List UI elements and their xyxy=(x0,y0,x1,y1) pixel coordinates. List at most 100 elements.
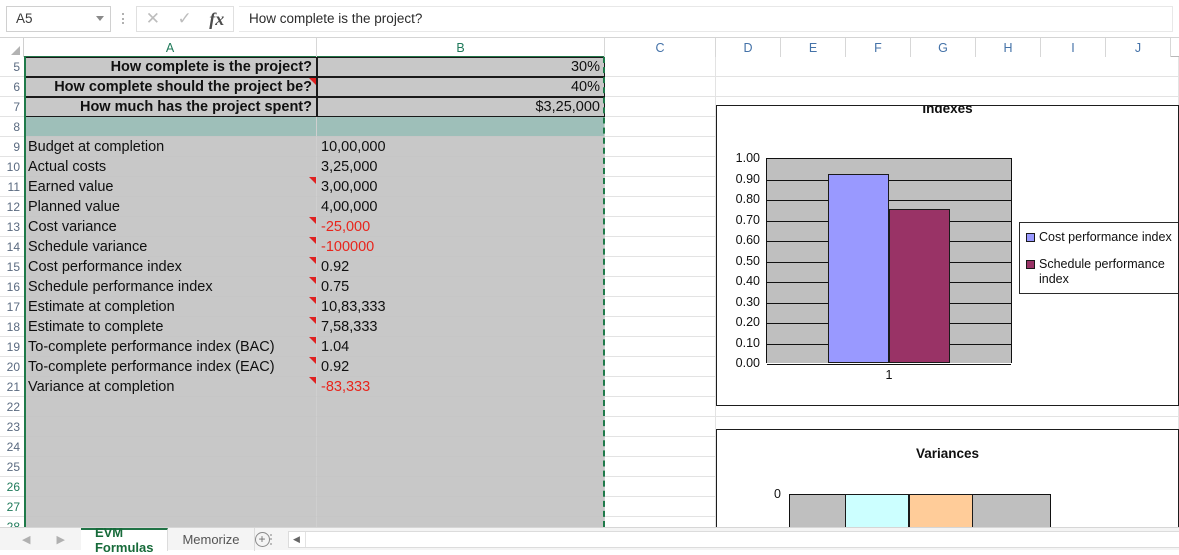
row-header-28[interactable]: 28 xyxy=(0,517,24,527)
comment-indicator-icon[interactable] xyxy=(309,237,316,244)
cell-c12[interactable] xyxy=(605,197,716,217)
cell-a27[interactable] xyxy=(24,497,317,517)
cell-a16[interactable]: Schedule performance index xyxy=(24,277,317,297)
column-header-e[interactable]: E xyxy=(781,38,846,57)
cell-b15[interactable]: 0.92 xyxy=(317,257,605,277)
horizontal-scrollbar[interactable]: ◀ xyxy=(287,530,1179,548)
name-box[interactable]: A5 xyxy=(6,5,111,32)
cell-c5[interactable] xyxy=(605,57,716,77)
row-header-5[interactable]: 5 xyxy=(0,57,24,77)
cell-c18[interactable] xyxy=(605,317,716,337)
cell-b11[interactable]: 3,00,000 xyxy=(317,177,605,197)
cell-c25[interactable] xyxy=(605,457,716,477)
column-header-d[interactable]: D xyxy=(716,38,781,57)
cell-c21[interactable] xyxy=(605,377,716,397)
column-header-i[interactable]: I xyxy=(1041,38,1106,57)
cell-b28[interactable] xyxy=(317,517,605,527)
cell-a24[interactable] xyxy=(24,437,317,457)
chart-variances-bar-1[interactable] xyxy=(845,494,909,527)
cell-b18[interactable]: 7,58,333 xyxy=(317,317,605,337)
status-kebab-icon[interactable] xyxy=(269,533,272,545)
cell-a8[interactable] xyxy=(24,117,317,137)
comment-indicator-icon[interactable] xyxy=(309,337,316,344)
chart-indexes[interactable]: Indexes 1.00 0.90 0.80 0.70 0.60 0.50 0.40 0.30… xyxy=(716,105,1179,406)
cell-b7[interactable]: $3,25,000 xyxy=(317,97,605,117)
row-header-20[interactable]: 20 xyxy=(0,357,24,377)
cell-a14[interactable]: Schedule variance xyxy=(24,237,317,257)
cell-c23[interactable] xyxy=(605,417,716,437)
column-header-g[interactable]: G xyxy=(911,38,976,57)
column-header-j[interactable]: J xyxy=(1106,38,1171,57)
cell-a10[interactable]: Actual costs xyxy=(24,157,317,177)
chart-indexes-bar-1[interactable] xyxy=(828,174,889,363)
row-header-19[interactable]: 19 xyxy=(0,337,24,357)
cell-b8[interactable] xyxy=(317,117,605,137)
chevron-left-icon[interactable]: ◀ xyxy=(22,533,30,546)
chart-variances-bar-2[interactable] xyxy=(909,494,973,527)
chevron-down-icon[interactable] xyxy=(96,16,104,21)
comment-indicator-icon[interactable] xyxy=(309,257,316,264)
cell-c6[interactable] xyxy=(605,77,716,97)
row-header-6[interactable]: 6 xyxy=(0,77,24,97)
cell-c28[interactable] xyxy=(605,517,716,527)
row-header-11[interactable]: 11 xyxy=(0,177,24,197)
cell-b13[interactable]: -25,000 xyxy=(317,217,605,237)
cell-b16[interactable]: 0.75 xyxy=(317,277,605,297)
cell-a12[interactable]: Planned value xyxy=(24,197,317,217)
row-header-15[interactable]: 15 xyxy=(0,257,24,277)
cell-b25[interactable] xyxy=(317,457,605,477)
column-header-b[interactable]: B xyxy=(317,38,605,58)
cell-c8[interactable] xyxy=(605,117,716,137)
chart-indexes-bar-2[interactable] xyxy=(889,209,950,363)
formula-bar-kebab-icon[interactable] xyxy=(115,6,131,32)
row-header-24[interactable]: 24 xyxy=(0,437,24,457)
cell-a23[interactable] xyxy=(24,417,317,437)
add-sheet-button[interactable]: + xyxy=(254,531,270,547)
cell-b23[interactable] xyxy=(317,417,605,437)
cell-b5[interactable]: 30% xyxy=(317,57,605,77)
formula-input[interactable]: How complete is the project? xyxy=(239,5,1173,32)
column-header-f[interactable]: F xyxy=(846,38,911,57)
sheet-tab-memorize[interactable]: Memorize xyxy=(168,527,255,551)
column-header-c[interactable]: C xyxy=(605,38,716,57)
cell-b24[interactable] xyxy=(317,437,605,457)
cell-rest-5[interactable] xyxy=(716,57,1179,77)
cell-a25[interactable] xyxy=(24,457,317,477)
cell-a18[interactable]: Estimate to complete xyxy=(24,317,317,337)
row-header-7[interactable]: 7 xyxy=(0,97,24,117)
chevron-right-icon[interactable]: ▶ xyxy=(56,533,64,546)
cell-c14[interactable] xyxy=(605,237,716,257)
sheet-tab-evm-formulas[interactable]: EVM Formulas xyxy=(80,525,169,555)
comment-indicator-icon[interactable] xyxy=(309,78,316,85)
row-header-14[interactable]: 14 xyxy=(0,237,24,257)
cell-b21[interactable]: -83,333 xyxy=(317,377,605,397)
row-header-8[interactable]: 8 xyxy=(0,117,24,137)
column-header-a[interactable]: A xyxy=(24,38,317,58)
cell-a28[interactable] xyxy=(24,517,317,527)
cell-b26[interactable] xyxy=(317,477,605,497)
cell-c7[interactable] xyxy=(605,97,716,117)
cell-c19[interactable] xyxy=(605,337,716,357)
cell-a19[interactable]: To-complete performance index (BAC) xyxy=(24,337,317,357)
comment-indicator-icon[interactable] xyxy=(309,177,316,184)
cell-b14[interactable]: -100000 xyxy=(317,237,605,257)
row-header-10[interactable]: 10 xyxy=(0,157,24,177)
row-header-9[interactable]: 9 xyxy=(0,137,24,157)
chart-variances[interactable]: Variances 0-20,000-40,000 xyxy=(716,429,1179,527)
cell-a11[interactable]: Earned value xyxy=(24,177,317,197)
cell-c26[interactable] xyxy=(605,477,716,497)
row-header-21[interactable]: 21 xyxy=(0,377,24,397)
row-header-16[interactable]: 16 xyxy=(0,277,24,297)
cell-a7[interactable]: How much has the project spent? xyxy=(24,97,317,117)
cell-a13[interactable]: Cost variance xyxy=(24,217,317,237)
cell-c24[interactable] xyxy=(605,437,716,457)
cell-a17[interactable]: Estimate at completion xyxy=(24,297,317,317)
cell-b10[interactable]: 3,25,000 xyxy=(317,157,605,177)
comment-indicator-icon[interactable] xyxy=(309,377,316,384)
row-header-25[interactable]: 25 xyxy=(0,457,24,477)
cell-c16[interactable] xyxy=(605,277,716,297)
row-header-23[interactable]: 23 xyxy=(0,417,24,437)
cell-b9[interactable]: 10,00,000 xyxy=(317,137,605,157)
comment-indicator-icon[interactable] xyxy=(309,217,316,224)
column-header-h[interactable]: H xyxy=(976,38,1041,57)
